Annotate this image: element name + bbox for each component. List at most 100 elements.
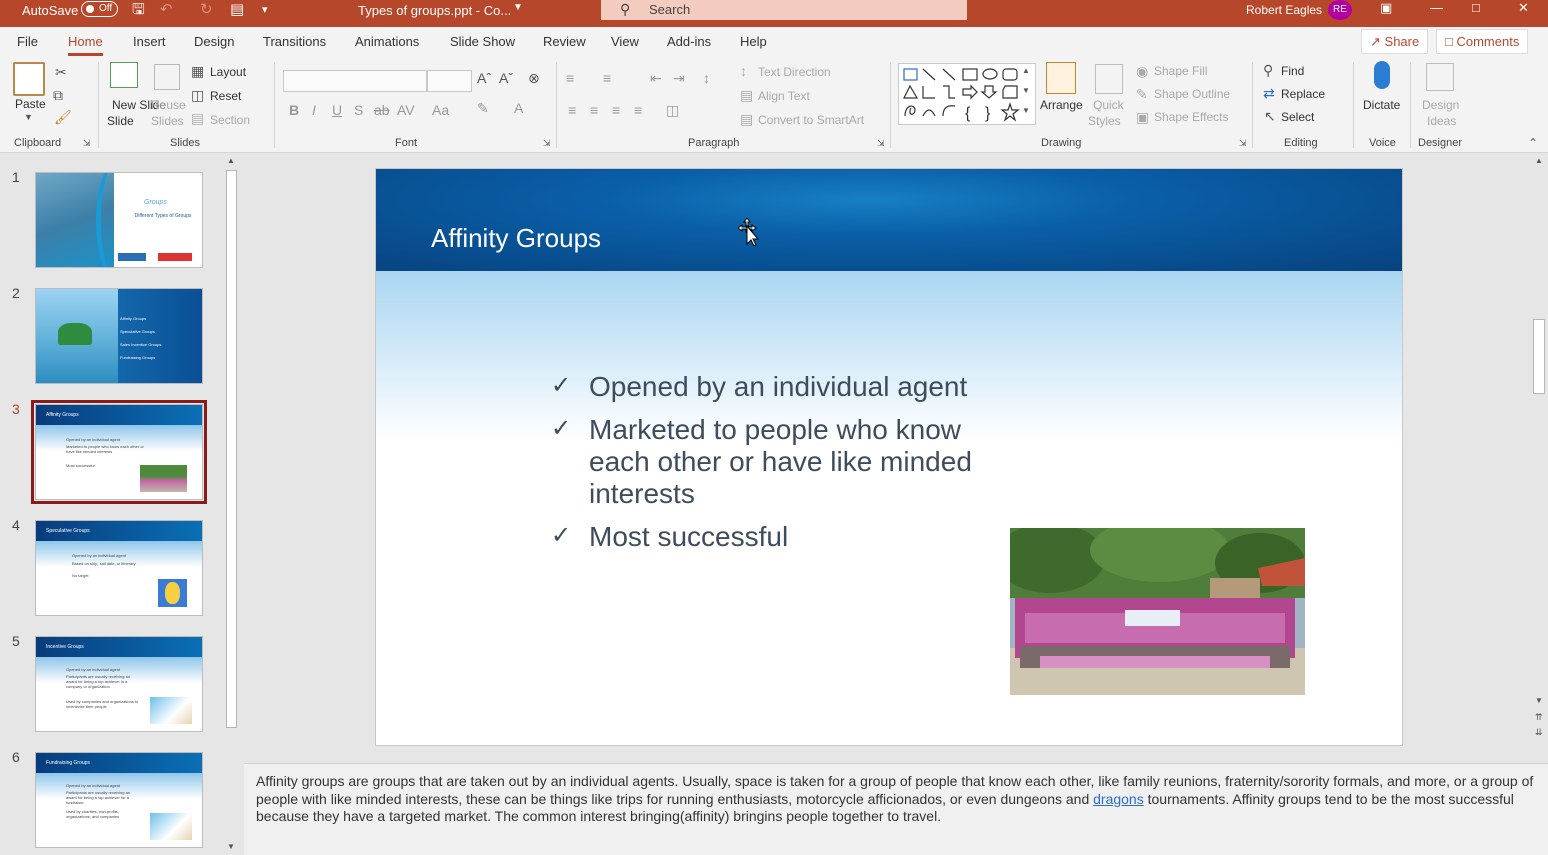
quick-styles-button[interactable]: Quick xyxy=(1093,98,1124,112)
share-button[interactable]: ↗ Share xyxy=(1361,29,1429,54)
cut-icon[interactable]: ✂ xyxy=(55,64,67,81)
ribbon-display-icon[interactable]: ▣ xyxy=(1380,0,1392,16)
tab-view[interactable]: View xyxy=(611,34,639,49)
tab-design[interactable]: Design xyxy=(194,34,234,49)
gallery-up-icon[interactable]: ▲ xyxy=(1022,66,1030,75)
increase-indent-icon[interactable]: ⇥ xyxy=(673,70,685,87)
gallery-down-icon[interactable]: ▼ xyxy=(1022,86,1030,95)
spelling-flagged-word[interactable]: dragons xyxy=(1093,791,1144,807)
convert-smartart-button[interactable]: Convert to SmartArt xyxy=(758,113,864,127)
chevron-down-icon[interactable]: ▼ xyxy=(24,112,33,122)
slide-thumbnail-5[interactable]: Incentive Groups Opened by an individual… xyxy=(35,636,203,732)
bullets-icon[interactable]: ≡ xyxy=(566,70,574,86)
next-slide-icon[interactable]: ⇊ xyxy=(1535,727,1543,738)
save-icon[interactable]: 🖫 xyxy=(132,2,145,18)
decrease-indent-icon[interactable]: ⇤ xyxy=(650,70,662,87)
arrange-button[interactable]: Arrange xyxy=(1040,98,1083,112)
font-name-combo[interactable] xyxy=(283,70,427,92)
customize-qat-icon[interactable]: ▾ xyxy=(262,2,268,18)
shape-outline-button[interactable]: Shape Outline xyxy=(1154,87,1230,101)
shape-effects-button[interactable]: Shape Effects xyxy=(1154,110,1229,124)
speaker-notes-text[interactable]: Affinity groups are groups that are take… xyxy=(256,773,1538,826)
align-center-icon[interactable]: ≡ xyxy=(590,102,598,118)
shapes-gallery[interactable]: { } xyxy=(898,63,1036,125)
chevron-down-icon[interactable]: ▼ xyxy=(513,2,523,13)
maximize-icon[interactable]: □ xyxy=(1472,0,1480,15)
scroll-thumb[interactable] xyxy=(1533,319,1545,394)
scroll-thumb[interactable] xyxy=(226,170,237,728)
font-size-combo[interactable] xyxy=(427,70,472,92)
paste-button[interactable]: Paste xyxy=(15,97,46,111)
slide-thumbnail-6[interactable]: Fundraising Groups Opened by an individu… xyxy=(35,752,203,848)
dialog-launcher-icon[interactable]: ⇲ xyxy=(83,138,91,149)
avatar[interactable]: RE xyxy=(1328,0,1352,20)
text-shadow-icon[interactable]: S xyxy=(354,102,363,118)
slide-thumbnail-2[interactable]: Affinity Groups Speculative Groups Sales… xyxy=(35,288,203,384)
slide-thumbnail-4[interactable]: Speculative Groups Opened by an individu… xyxy=(35,520,203,616)
autosave-toggle[interactable]: Off xyxy=(81,1,118,17)
section-button[interactable]: Section xyxy=(210,113,250,127)
highlight-icon[interactable]: ✎ xyxy=(477,100,489,117)
dictate-button[interactable]: Dictate xyxy=(1363,98,1400,112)
previous-slide-icon[interactable]: ⇈ xyxy=(1535,712,1543,723)
slide-thumbnail-3[interactable]: Affinity Groups Opened by an individual … xyxy=(31,400,207,504)
italic-icon[interactable]: I xyxy=(312,102,316,118)
bold-icon[interactable]: B xyxy=(289,102,299,118)
layout-button[interactable]: Layout xyxy=(210,65,246,79)
reuse-slides-button[interactable]: Reuse xyxy=(151,98,186,112)
redo-icon[interactable]: ↻ xyxy=(200,2,213,18)
gallery-more-icon[interactable]: ▼ xyxy=(1022,106,1030,115)
tab-review[interactable]: Review xyxy=(543,34,586,49)
scroll-up-icon[interactable]: ▲ xyxy=(1535,156,1543,165)
undo-icon[interactable]: ↶ xyxy=(160,2,173,18)
dialog-launcher-icon[interactable]: ⇲ xyxy=(877,138,885,149)
slide-thumbnail-1[interactable]: Groups Different Types of Groups xyxy=(35,172,203,268)
decrease-font-icon[interactable]: Aˇ xyxy=(499,70,513,86)
find-button[interactable]: Find xyxy=(1281,64,1304,78)
comments-button[interactable]: □ Comments xyxy=(1436,29,1529,54)
change-case-icon[interactable]: Aa xyxy=(432,102,449,118)
underline-icon[interactable]: U xyxy=(332,102,342,118)
line-spacing-icon[interactable]: ↕ xyxy=(703,70,710,86)
align-text-button[interactable]: Align Text xyxy=(758,89,810,103)
replace-button[interactable]: Replace xyxy=(1281,87,1325,101)
close-icon[interactable]: ✕ xyxy=(1518,0,1529,16)
text-direction-button[interactable]: Text Direction xyxy=(758,65,831,79)
current-slide[interactable]: Affinity Groups ✓ Opened by an individua… xyxy=(375,168,1403,746)
dialog-launcher-icon[interactable]: ⇲ xyxy=(1239,138,1247,149)
slide-scrollbar[interactable]: ▲ ▼ ⇈ ⇊ xyxy=(1530,154,1548,760)
speaker-notes-pane[interactable]: Affinity groups are groups that are take… xyxy=(244,763,1548,855)
group-photo[interactable] xyxy=(1010,528,1305,695)
search-box[interactable]: ⚲ Search xyxy=(601,0,967,20)
copy-icon[interactable]: ⧉ xyxy=(53,87,63,104)
reset-button[interactable]: Reset xyxy=(210,89,241,103)
tab-help[interactable]: Help xyxy=(740,34,767,49)
new-slide-icon[interactable] xyxy=(110,62,138,88)
minimize-icon[interactable]: — xyxy=(1430,0,1443,15)
numbering-icon[interactable]: ≡ xyxy=(603,70,611,86)
format-painter-icon[interactable]: 🖌 xyxy=(54,109,72,126)
align-left-icon[interactable]: ≡ xyxy=(568,102,576,118)
shape-fill-button[interactable]: Shape Fill xyxy=(1154,64,1207,78)
align-right-icon[interactable]: ≡ xyxy=(612,102,620,118)
present-from-start-icon[interactable]: ▤ xyxy=(230,2,244,18)
tab-transitions[interactable]: Transitions xyxy=(263,34,326,49)
tab-animations[interactable]: Animations xyxy=(355,34,419,49)
justify-icon[interactable]: ≡ xyxy=(634,102,642,118)
user-name[interactable]: Robert Eagles xyxy=(1246,3,1322,17)
paste-icon[interactable] xyxy=(13,62,45,96)
scroll-down-icon[interactable]: ▼ xyxy=(1535,696,1543,705)
tab-file[interactable]: File xyxy=(17,34,38,49)
tab-home[interactable]: Home xyxy=(68,34,103,56)
increase-font-icon[interactable]: Aˆ xyxy=(477,70,491,86)
collapse-ribbon-icon[interactable]: ⌃ xyxy=(1528,136,1538,150)
columns-icon[interactable]: ◫ xyxy=(666,102,679,119)
clear-formatting-icon[interactable]: ⊗ xyxy=(528,70,540,87)
font-color-icon[interactable]: A xyxy=(514,100,523,116)
scroll-down-icon[interactable]: ▼ xyxy=(227,842,235,851)
design-ideas-button[interactable]: Design xyxy=(1422,98,1459,112)
scroll-up-icon[interactable]: ▲ xyxy=(227,156,235,165)
character-spacing-icon[interactable]: AV xyxy=(397,102,415,118)
tab-slide-show[interactable]: Slide Show xyxy=(450,34,515,49)
select-button[interactable]: Select xyxy=(1281,110,1314,124)
